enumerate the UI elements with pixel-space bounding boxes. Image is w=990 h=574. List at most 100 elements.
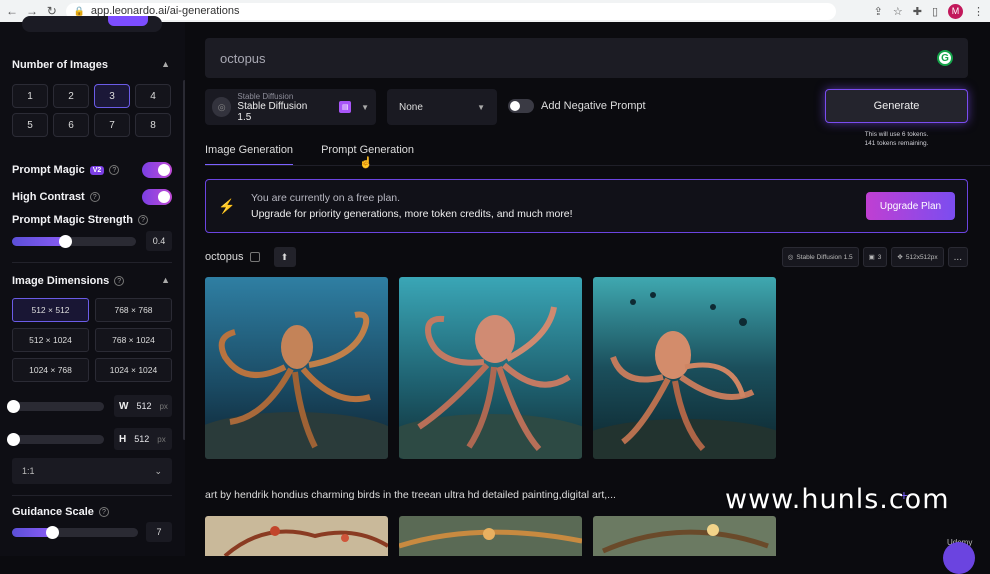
chevron-down-icon: ⌄ [154,465,162,476]
generation-title: octopus [205,251,244,263]
dim-768x768[interactable]: 768 × 768 [95,298,172,322]
images-icon: ▣ [868,254,875,261]
copy-icon[interactable] [249,252,260,262]
address-bar[interactable]: 🔒 app.leonardo.ai/ai-generations [65,2,836,20]
tabs: Image Generation Prompt Generation [205,144,414,166]
slider-handle[interactable] [59,234,72,248]
slider-fill [12,236,66,246]
number-of-images-header[interactable]: Number of Images ▲ [12,59,170,71]
high-contrast-label: High Contrast [12,191,85,203]
extensions-icon[interactable]: ✚ [913,5,922,18]
upgrade-banner: ⚡ You are currently on a free plan. Upgr… [205,179,968,233]
generation-images-2 [205,516,776,556]
generated-image-1[interactable] [205,277,388,459]
negative-prompt-label: Add Negative Prompt [541,100,646,112]
sidebar-top-pill[interactable] [22,16,162,32]
help-icon[interactable]: ? [98,507,109,517]
image-dimensions-header[interactable]: Image Dimensions ? ▲ [12,275,170,287]
prompt-input[interactable]: octopus G [205,38,968,78]
mouse-cursor-icon: ☝ [359,157,373,169]
generated-image-4[interactable] [205,516,388,556]
generate-button[interactable]: Generate [825,89,968,123]
tab-image-generation[interactable]: Image Generation [205,144,294,166]
num-images-7[interactable]: 7 [94,113,130,137]
model-chip-icon: ◎ [787,254,794,261]
sidebar: Number of Images ▲ 1 2 3 4 5 6 7 8 Promp… [0,16,185,556]
num-images-2[interactable]: 2 [53,84,89,108]
move-icon: ✥ [897,254,903,261]
prompt-magic-label: Prompt Magic [12,164,85,176]
share-icon[interactable]: ⇪ [874,5,883,18]
generation-header: octopus ⬆ ◎ Stable Diffusion 1.5 ▣ 3 ✥ 512x… [205,246,968,268]
height-slider[interactable] [7,432,104,446]
dim-512x1024[interactable]: 512 × 1024 [12,328,89,352]
prompt-magic-strength-label: Prompt Magic Strength [12,214,134,226]
dim-1024x768[interactable]: 1024 × 768 [12,358,89,382]
dim-768x1024[interactable]: 768 × 1024 [95,328,172,352]
sidepanel-icon[interactable]: ▯ [932,5,938,18]
menu-icon[interactable]: ⋮ [973,5,984,18]
width-slider[interactable] [7,399,104,413]
avatar[interactable]: M [948,3,963,19]
slider-handle[interactable] [7,432,20,446]
number-of-images-grid: 1 2 3 4 5 6 7 8 [12,84,172,137]
lock-icon: 🔒 [73,5,85,16]
guidance-scale-value[interactable]: 7 [146,522,172,542]
dimensions-chip[interactable]: ✥ 512x512px [891,247,944,267]
generated-image-3[interactable] [593,277,776,459]
slider-handle[interactable] [7,399,20,413]
num-images-3[interactable]: 3 [94,84,130,108]
prompt-magic-strength-slider[interactable] [12,234,136,248]
tab-divider [205,165,990,166]
upload-icon[interactable]: ⬆ [273,247,296,267]
num-images-1[interactable]: 1 [12,84,48,108]
upgrade-plan-button[interactable]: Upgrade Plan [866,192,955,220]
guidance-scale-label: Guidance Scale [12,506,94,518]
generated-image-5[interactable] [399,516,582,556]
main-panel: octopus G ◎ Stable Diffusion Stable Diff… [185,22,990,574]
guidance-scale-slider[interactable] [12,525,138,539]
help-icon[interactable]: ? [114,276,125,286]
height-field[interactable]: H 512 px [114,428,172,450]
help-icon[interactable]: ? [89,192,100,202]
v2-badge[interactable]: V2 [89,165,105,175]
star-icon[interactable]: ☆ [893,5,903,18]
prompt-magic-strength-row: Prompt Magic Strength ? [12,214,172,226]
negative-prompt-toggle[interactable] [508,99,534,113]
width-field[interactable]: W 512 px [114,395,172,417]
generation-prompt-2: art by hendrik hondius charming birds in… [205,489,616,501]
guidance-scale-row: Guidance Scale ? [12,506,172,518]
model-chip[interactable]: ◎ Stable Diffusion 1.5 [781,247,859,267]
num-images-4[interactable]: 4 [135,84,171,108]
dim-1024x1024[interactable]: 1024 × 1024 [95,358,172,382]
generated-image-6[interactable] [593,516,776,556]
high-contrast-row: High Contrast ? [12,189,172,205]
image-count-chip[interactable]: ▣ 3 [862,247,888,267]
help-icon[interactable]: ? [138,215,149,225]
prompt-magic-strength-slider-row: 0.4 [12,231,172,251]
prompt-magic-toggle[interactable] [142,162,172,178]
prompt-magic-row: Prompt Magic V2 ? [12,162,172,178]
more-options-button[interactable]: ... [947,247,968,267]
num-images-6[interactable]: 6 [53,113,89,137]
high-contrast-toggle[interactable] [142,189,172,205]
divider [12,495,172,496]
num-images-8[interactable]: 8 [135,113,171,137]
prompt-magic-strength-value[interactable]: 0.4 [146,231,172,251]
token-info: This will use 6 tokens. 141 tokens remai… [864,131,929,147]
grammarly-icon[interactable]: G [937,50,953,66]
model-thumbnail-icon: ◎ [212,97,232,117]
back-icon[interactable]: ← [6,4,18,18]
chevron-down-icon: ▼ [361,102,370,112]
num-images-5[interactable]: 5 [12,113,48,137]
chat-bubble-icon[interactable] [943,542,975,574]
model-select[interactable]: ◎ Stable Diffusion Stable Diffusion 1.5 … [205,89,376,125]
image-dimensions-grid: 512 × 512 768 × 768 512 × 1024 768 × 102… [12,298,172,382]
help-icon[interactable]: ? [109,165,120,175]
style-select[interactable]: None ▼ [387,89,497,125]
dim-512x512[interactable]: 512 × 512 [12,298,89,322]
aspect-ratio-select[interactable]: 1:1 ⌄ [12,458,172,484]
slider-handle[interactable] [46,525,59,539]
generated-image-2[interactable] [399,277,582,459]
divider [12,262,172,263]
